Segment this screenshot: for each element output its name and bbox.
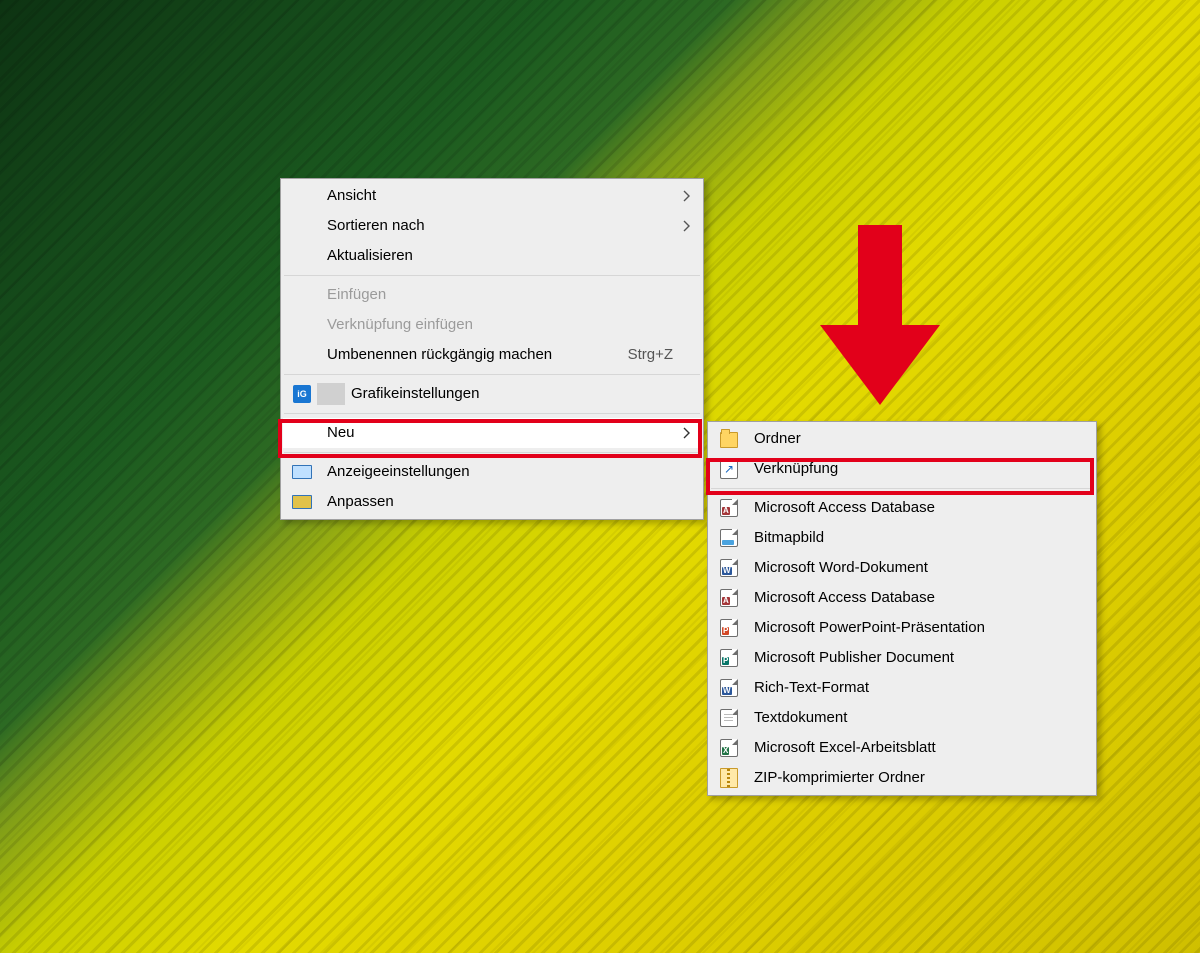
- excel-file-icon: X: [720, 739, 738, 757]
- folder-icon: [720, 430, 738, 448]
- access-file-icon: A: [720, 499, 738, 517]
- submenu-item-excel[interactable]: X Microsoft Excel-Arbeitsblatt: [710, 733, 1094, 763]
- submenu-item-label: Verknüpfung: [754, 460, 838, 477]
- submenu-item-label: Bitmapbild: [754, 529, 824, 546]
- desktop-context-menu: Ansicht Sortieren nach Aktualisieren Ein…: [280, 178, 704, 520]
- submenu-item-label: Microsoft Word-Dokument: [754, 559, 928, 576]
- submenu-item-label: Microsoft Access Database: [754, 499, 935, 516]
- chevron-right-icon: [683, 211, 691, 241]
- submenu-item-label: Microsoft Publisher Document: [754, 649, 954, 666]
- submenu-item-label: ZIP-komprimierter Ordner: [754, 769, 925, 786]
- menu-item-label: Neu: [327, 424, 355, 441]
- display-settings-icon: [293, 463, 311, 481]
- personalize-icon: [293, 493, 311, 511]
- menu-item-label: Anzeigeeinstellungen: [327, 463, 470, 480]
- menu-separator: [711, 488, 1093, 489]
- publisher-file-icon: P: [720, 649, 738, 667]
- submenu-item-access-db-2[interactable]: A Microsoft Access Database: [710, 583, 1094, 613]
- shortcut-icon: ↗: [720, 460, 738, 478]
- submenu-item-label: Microsoft PowerPoint-Präsentation: [754, 619, 985, 636]
- menu-item-display-settings[interactable]: Anzeigeeinstellungen: [283, 457, 701, 487]
- submenu-new: Ordner ↗ Verknüpfung A Microsoft Access …: [707, 421, 1097, 796]
- submenu-item-rtf[interactable]: W Rich-Text-Format: [710, 673, 1094, 703]
- menu-item-label: Ansicht: [327, 187, 376, 204]
- submenu-item-label: Textdokument: [754, 709, 847, 726]
- menu-item-shortcut: Strg+Z: [628, 340, 673, 370]
- menu-item-view[interactable]: Ansicht: [283, 181, 701, 211]
- desktop-wallpaper[interactable]: Ansicht Sortieren nach Aktualisieren Ein…: [0, 0, 1200, 953]
- menu-separator: [284, 452, 700, 453]
- submenu-item-word[interactable]: W Microsoft Word-Dokument: [710, 553, 1094, 583]
- menu-item-refresh[interactable]: Aktualisieren: [283, 241, 701, 271]
- menu-item-label: Einfügen: [327, 286, 386, 303]
- access-file-icon: A: [720, 589, 738, 607]
- chevron-right-icon: [683, 418, 691, 448]
- rtf-file-icon: W: [720, 679, 738, 697]
- submenu-item-zip[interactable]: ZIP-komprimierter Ordner: [710, 763, 1094, 793]
- intel-graphics-icon: iG: [293, 385, 311, 403]
- text-file-icon: [720, 709, 738, 727]
- submenu-item-folder[interactable]: Ordner: [710, 424, 1094, 454]
- chevron-right-icon: [683, 181, 691, 211]
- submenu-item-label: Microsoft Excel-Arbeitsblatt: [754, 739, 936, 756]
- powerpoint-file-icon: P: [720, 619, 738, 637]
- menu-separator: [284, 374, 700, 375]
- submenu-item-shortcut[interactable]: ↗ Verknüpfung: [710, 454, 1094, 484]
- menu-separator: [284, 413, 700, 414]
- menu-item-label: Sortieren nach: [327, 217, 425, 234]
- submenu-item-access-db[interactable]: A Microsoft Access Database: [710, 493, 1094, 523]
- menu-item-label: Grafikeinstellungen: [351, 385, 479, 402]
- menu-item-paste: Einfügen: [283, 280, 701, 310]
- submenu-item-text[interactable]: Textdokument: [710, 703, 1094, 733]
- submenu-item-publisher[interactable]: P Microsoft Publisher Document: [710, 643, 1094, 673]
- submenu-item-label: Rich-Text-Format: [754, 679, 869, 696]
- menu-item-undo-rename[interactable]: Umbenennen rückgängig machen Strg+Z: [283, 340, 701, 370]
- bitmap-file-icon: [720, 529, 738, 547]
- menu-item-personalize[interactable]: Anpassen: [283, 487, 701, 517]
- submenu-item-powerpoint[interactable]: P Microsoft PowerPoint-Präsentation: [710, 613, 1094, 643]
- annotation-arrow-icon: [820, 225, 940, 405]
- menu-item-sort[interactable]: Sortieren nach: [283, 211, 701, 241]
- menu-item-label: Anpassen: [327, 493, 394, 510]
- menu-item-paste-link: Verknüpfung einfügen: [283, 310, 701, 340]
- menu-item-label: Umbenennen rückgängig machen: [327, 346, 552, 363]
- submenu-item-label: Microsoft Access Database: [754, 589, 935, 606]
- menu-item-label: Aktualisieren: [327, 247, 413, 264]
- menu-item-label: Verknüpfung einfügen: [327, 316, 473, 333]
- word-file-icon: W: [720, 559, 738, 577]
- menu-separator: [284, 275, 700, 276]
- submenu-item-bitmap[interactable]: Bitmapbild: [710, 523, 1094, 553]
- submenu-item-label: Ordner: [754, 430, 801, 447]
- redacted-icon: [317, 383, 345, 405]
- menu-item-new[interactable]: Neu: [283, 418, 701, 448]
- menu-item-graphics-settings[interactable]: iG Grafikeinstellungen: [283, 379, 701, 409]
- zip-file-icon: [720, 769, 738, 787]
